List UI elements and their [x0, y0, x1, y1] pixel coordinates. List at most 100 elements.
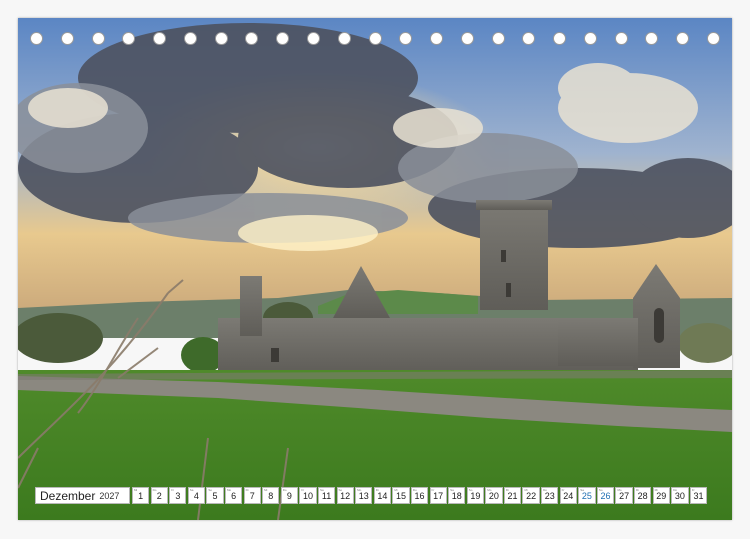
- day-cell: Fr 3: [169, 487, 187, 504]
- day-number: 1: [138, 490, 144, 501]
- spiral-binding-holes: [30, 32, 720, 48]
- day-number: 5: [212, 490, 218, 501]
- binding-hole: [91, 32, 105, 45]
- binding-hole: [553, 32, 567, 45]
- weekday-abbr: Mi: [524, 488, 528, 492]
- binding-hole: [30, 32, 43, 45]
- calendar-page: Dezember 2027 Mi 1 Do 2 Fr 3 Sa 4 So 5 Mo 6 Di 7 Mi 8 Do…: [0, 0, 750, 539]
- binding-hole: [522, 32, 536, 45]
- day-cell: Fr 31: [689, 487, 708, 504]
- day-cell: Di 7: [243, 487, 261, 504]
- weekday-abbr: Do: [412, 488, 417, 492]
- weekday-abbr: Fr: [431, 488, 435, 492]
- day-cells: Mi 1 Do 2 Fr 3 Sa 4 So 5 Mo 6 Di 7 Mi 8 Do 9 Fr 10 Sa 11 So 12 M…: [132, 487, 708, 504]
- weekday-abbr: Sa: [450, 488, 454, 492]
- weekday-abbr: Mo: [357, 488, 362, 492]
- binding-hole: [60, 32, 74, 45]
- weekday-abbr: Sa: [580, 488, 584, 492]
- weekday-abbr: Mi: [264, 488, 268, 492]
- day-number: 10: [302, 490, 313, 501]
- day-cell: Fr 24: [559, 487, 577, 504]
- day-cell: Mo 13: [355, 487, 373, 504]
- day-number: 11: [321, 490, 332, 501]
- day-number: 25: [581, 490, 592, 501]
- weekday-abbr: Do: [673, 488, 678, 492]
- day-number: 15: [395, 490, 406, 501]
- day-cell: Do 30: [671, 487, 689, 504]
- weekday-abbr: Fr: [691, 488, 695, 492]
- day-number: 30: [674, 490, 685, 501]
- day-number: 23: [544, 490, 555, 501]
- day-number: 31: [693, 490, 704, 501]
- day-number: 19: [470, 490, 481, 501]
- day-number: 2: [156, 490, 162, 501]
- weekday-abbr: Di: [375, 488, 379, 492]
- day-cell: Mi 22: [522, 487, 540, 504]
- weekday-abbr: Mi: [654, 488, 658, 492]
- binding-hole: [368, 32, 382, 45]
- binding-hole: [153, 32, 167, 45]
- weekday-abbr: So: [468, 488, 473, 492]
- day-number: 21: [507, 490, 518, 501]
- binding-hole: [276, 32, 290, 45]
- day-cell: So 26: [596, 487, 615, 504]
- day-cell: Mi 1: [132, 487, 150, 504]
- day-number: 7: [249, 490, 255, 501]
- weekday-abbr: Fr: [301, 488, 305, 492]
- binding-hole: [491, 32, 505, 45]
- day-cell: Mo 20: [485, 487, 503, 504]
- day-number: 18: [451, 490, 462, 501]
- weekday-abbr: Di: [505, 488, 509, 492]
- day-number: 3: [175, 490, 181, 501]
- day-cell: Mi 29: [652, 487, 670, 504]
- day-cell: So 12: [336, 487, 354, 504]
- day-cell: Fr 17: [429, 487, 447, 504]
- weekday-abbr: Mi: [394, 488, 398, 492]
- landscape-photo: [18, 18, 732, 520]
- day-cell: So 19: [466, 487, 484, 504]
- day-cell: Mo 6: [224, 487, 243, 504]
- weekday-abbr: Sa: [189, 488, 194, 492]
- binding-hole: [245, 32, 259, 45]
- binding-hole: [337, 32, 351, 45]
- weekday-abbr: Mo: [487, 488, 492, 492]
- month-name: Dezember: [40, 488, 96, 503]
- binding-hole: [614, 32, 628, 45]
- binding-hole: [460, 32, 474, 45]
- weekday-abbr: So: [338, 488, 343, 492]
- day-cell: Sa 18: [448, 487, 466, 504]
- weekday-abbr: Mo: [617, 488, 622, 492]
- calendar-strip: Dezember 2027 Mi 1 Do 2 Fr 3 Sa 4 So 5 Mo 6 Di 7 Mi 8 Do…: [35, 487, 708, 504]
- weekday-abbr: Do: [282, 488, 287, 492]
- month-year: 2027: [99, 490, 120, 501]
- day-cell: So 5: [206, 487, 224, 504]
- day-cell: Sa 4: [187, 487, 206, 504]
- day-number: 14: [377, 490, 388, 501]
- binding-hole: [707, 32, 720, 45]
- day-number: 22: [526, 490, 537, 501]
- day-cell: Di 28: [634, 487, 652, 504]
- weekday-abbr: Fr: [561, 488, 565, 492]
- binding-hole: [583, 32, 597, 45]
- weekday-abbr: Di: [245, 488, 249, 492]
- day-number: 4: [193, 490, 199, 501]
- weekday-abbr: So: [208, 488, 213, 492]
- day-number: 12: [340, 490, 351, 501]
- day-cell: Di 21: [503, 487, 522, 504]
- binding-hole: [399, 32, 413, 45]
- binding-hole: [430, 32, 444, 45]
- month-label-box: Dezember 2027: [35, 487, 130, 504]
- day-number: 8: [268, 490, 274, 501]
- day-cell: Sa 25: [578, 487, 596, 504]
- weekday-abbr: Di: [636, 488, 639, 492]
- ruin-landscape-illustration: [18, 18, 732, 520]
- day-number: 16: [414, 490, 425, 501]
- binding-hole: [306, 32, 320, 45]
- weekday-abbr: Mo: [226, 488, 232, 492]
- day-cell: Do 16: [410, 487, 429, 504]
- day-number: 13: [358, 490, 369, 501]
- day-number: 6: [231, 490, 237, 501]
- day-cell: Do 9: [280, 487, 299, 504]
- binding-hole: [183, 32, 197, 45]
- day-cell: Mi 15: [392, 487, 410, 504]
